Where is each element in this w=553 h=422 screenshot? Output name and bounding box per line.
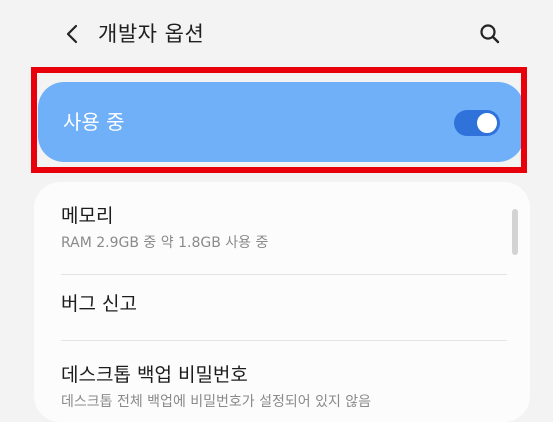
item-title: 데스크톱 백업 비밀번호 [61,364,248,386]
item-subtitle: RAM 2.9GB 중 약 1.8GB 사용 중 [61,235,269,251]
list-item-bug-report[interactable]: 버그 신고 [61,290,507,318]
page-title: 개발자 옵션 [98,22,205,46]
back-button[interactable] [53,16,93,52]
search-icon [480,24,500,44]
scrollbar[interactable] [512,209,518,255]
app-bar: 개발자 옵션 [0,0,553,70]
divider [61,274,507,275]
list-item-desktop-backup-password[interactable]: 데스크톱 백업 비밀번호 데스크톱 전체 백업에 비밀번호가 설정되어 있지 않… [61,361,507,412]
item-title: 메모리 [61,205,114,227]
chevron-left-icon [66,24,78,44]
search-button[interactable] [470,16,510,52]
item-subtitle: 데스크톱 전체 백업에 비밀번호가 설정되어 있지 않음 [61,394,372,410]
divider [61,340,507,341]
highlight-box [31,67,527,173]
item-title: 버그 신고 [61,293,137,315]
list-item-memory[interactable]: 메모리 RAM 2.9GB 중 약 1.8GB 사용 중 [61,202,507,253]
